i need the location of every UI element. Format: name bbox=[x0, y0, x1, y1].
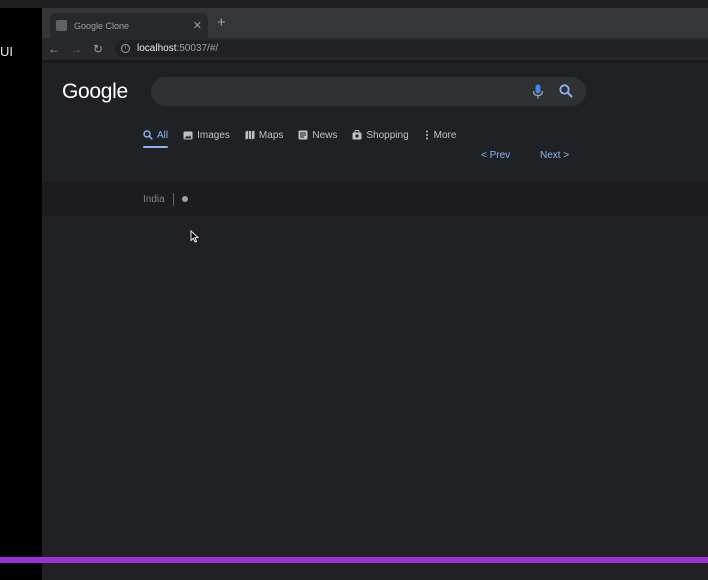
tab-title: Google Clone bbox=[74, 20, 130, 31]
map-icon bbox=[245, 130, 255, 140]
tab-news[interactable]: News bbox=[298, 125, 337, 145]
tab-all-label: All bbox=[157, 129, 169, 141]
tab-news-label: News bbox=[312, 129, 338, 141]
tab-images-label: Images bbox=[197, 129, 230, 141]
more-vertical-icon bbox=[425, 130, 428, 140]
back-button[interactable]: ← bbox=[44, 42, 64, 56]
browser-tab[interactable]: Google Clone ✕ bbox=[50, 13, 208, 38]
tab-maps[interactable]: Maps bbox=[245, 125, 283, 145]
favicon-icon bbox=[56, 20, 67, 31]
tab-strip: Google Clone ✕ + bbox=[42, 8, 708, 38]
tab-shopping[interactable]: Shopping bbox=[352, 125, 409, 145]
microphone-icon[interactable] bbox=[532, 84, 544, 99]
info-icon[interactable]: i bbox=[121, 44, 130, 53]
tab-all[interactable]: All bbox=[143, 125, 169, 148]
url-host: localhost bbox=[137, 43, 177, 54]
top-strip bbox=[0, 0, 708, 8]
tab-more[interactable]: More bbox=[424, 125, 457, 145]
tab-images[interactable]: Images bbox=[183, 125, 230, 145]
reload-button[interactable]: ↻ bbox=[88, 42, 108, 56]
divider bbox=[172, 192, 174, 206]
browser-window: Google Clone ✕ + ← → ↻ i localhost :5003… bbox=[42, 8, 708, 580]
forward-button[interactable]: → bbox=[66, 42, 86, 56]
search-icon bbox=[143, 130, 153, 140]
shopping-icon bbox=[352, 130, 362, 140]
address-toolbar: ← → ↻ i localhost :50037/#/ bbox=[42, 38, 708, 60]
left-panel-text: UI bbox=[0, 44, 13, 59]
location-footer: India bbox=[42, 182, 708, 216]
progress-bar bbox=[0, 557, 708, 563]
location-dot-icon bbox=[181, 196, 188, 202]
tab-shopping-label: Shopping bbox=[366, 129, 409, 141]
country-label: India bbox=[143, 193, 165, 205]
mouse-cursor-icon bbox=[190, 230, 200, 243]
search-input[interactable] bbox=[151, 77, 586, 106]
page-content: Google All Images Maps News Shopping Mor… bbox=[42, 63, 708, 580]
google-logo[interactable]: Google bbox=[62, 80, 128, 104]
url-path: :50037/#/ bbox=[176, 43, 219, 54]
search-icon[interactable] bbox=[559, 84, 573, 98]
address-bar[interactable]: i localhost :50037/#/ bbox=[115, 40, 708, 57]
new-tab-button[interactable]: + bbox=[217, 14, 226, 31]
left-panel: UI bbox=[0, 8, 42, 580]
prev-page-link[interactable]: < Prev bbox=[481, 150, 510, 161]
close-icon[interactable]: ✕ bbox=[193, 19, 202, 32]
tab-maps-label: Maps bbox=[258, 129, 284, 141]
image-icon bbox=[183, 131, 193, 139]
next-page-link[interactable]: Next > bbox=[540, 150, 569, 161]
tab-more-label: More bbox=[433, 129, 457, 141]
search-tabs: All Images Maps News Shopping More bbox=[143, 125, 471, 149]
news-icon bbox=[298, 130, 308, 140]
